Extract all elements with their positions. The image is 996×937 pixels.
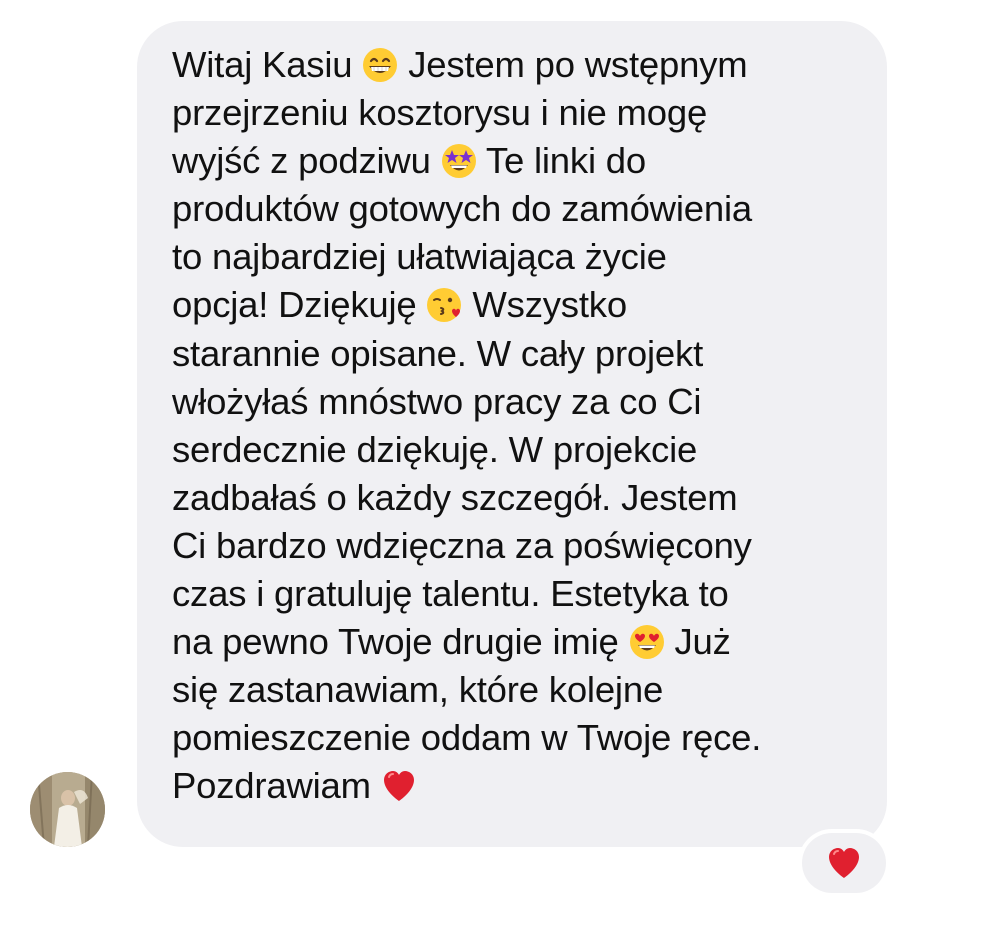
- sender-avatar-photo: [30, 772, 105, 847]
- message-text-segment: Już: [664, 621, 731, 663]
- message-text-segment: wyjść z podziwu: [172, 140, 441, 182]
- message-line: starannie opisane. W cały projekt: [172, 330, 857, 378]
- message-text-segment: produktów gotowych do zamówienia: [172, 188, 752, 230]
- message-line: wyjść z podziwu Te linki do: [172, 137, 857, 185]
- message-bubble[interactable]: Witaj Kasiu Jestem po wstępnym przejrzeni…: [137, 21, 887, 847]
- message-text-segment: czas i gratuluję talentu. Estetyka to: [172, 573, 729, 615]
- message-line: włożyłaś mnóstwo pracy za co Ci: [172, 378, 857, 426]
- heart-eyes-face-icon: [629, 624, 665, 660]
- grinning-face-icon: [362, 47, 398, 83]
- message-text-segment: starannie opisane. W cały projekt: [172, 332, 704, 374]
- message-text-segment: Witaj Kasiu: [172, 44, 363, 85]
- star-struck-face-icon: [441, 143, 477, 179]
- message-line: to najbardziej ułatwiająca życie: [172, 233, 857, 281]
- message-text-segment: Wszystko: [462, 284, 627, 326]
- message-line: przejrzeniu kosztorysu i nie mogę: [172, 89, 857, 137]
- message-line: opcja! Dziękuję Wszystko: [172, 281, 857, 329]
- message-text-segment: na pewno Twoje drugie imię: [172, 621, 629, 663]
- message-text-segment: serdecznie dziękuję. W projekcie: [172, 428, 698, 470]
- message-text-segment: opcja! Dziękuję: [172, 284, 427, 326]
- message-text-segment: pomieszczenie oddam w Twoje ręce.: [172, 717, 762, 759]
- message-text-segment: przejrzeniu kosztorysu i nie mogę: [172, 92, 708, 134]
- heart-reaction[interactable]: [802, 833, 886, 893]
- face-blowing-kiss-icon: [426, 287, 462, 323]
- red-heart-icon: [826, 845, 862, 881]
- message-text-segment: Ci bardzo wdzięczna za poświęcony: [172, 524, 752, 566]
- message-text-segment: Pozdrawiam: [172, 765, 381, 807]
- sender-avatar[interactable]: [30, 772, 105, 847]
- message-line: Pozdrawiam: [172, 762, 857, 810]
- message-text-segment: Te linki do: [476, 140, 646, 182]
- message-text-segment: włożyłaś mnóstwo pracy za co Ci: [172, 380, 702, 422]
- message-text-segment: się zastanawiam, które kolejne: [172, 669, 664, 711]
- message-line: czas i gratuluję talentu. Estetyka to: [172, 570, 857, 618]
- message-line: zadbałaś o każdy szczegół. Jestem: [172, 474, 857, 522]
- message-text-segment: zadbałaś o każdy szczegół. Jestem: [172, 476, 738, 518]
- message-line: na pewno Twoje drugie imię Już: [172, 618, 857, 666]
- message-text-segment: Jestem po wstępnym: [398, 44, 748, 85]
- message-line: pomieszczenie oddam w Twoje ręce.: [172, 714, 857, 762]
- message-text: Witaj Kasiu Jestem po wstępnym przejrzeni…: [172, 41, 857, 811]
- message-line: Witaj Kasiu Jestem po wstępnym: [172, 41, 857, 89]
- message-line: Ci bardzo wdzięczna za poświęcony: [172, 522, 857, 570]
- message-line: produktów gotowych do zamówienia: [172, 185, 857, 233]
- message-line: serdecznie dziękuję. W projekcie: [172, 426, 857, 474]
- red-heart-icon: [381, 768, 417, 804]
- message-text-segment: to najbardziej ułatwiająca życie: [172, 236, 667, 278]
- message-line: się zastanawiam, które kolejne: [172, 666, 857, 714]
